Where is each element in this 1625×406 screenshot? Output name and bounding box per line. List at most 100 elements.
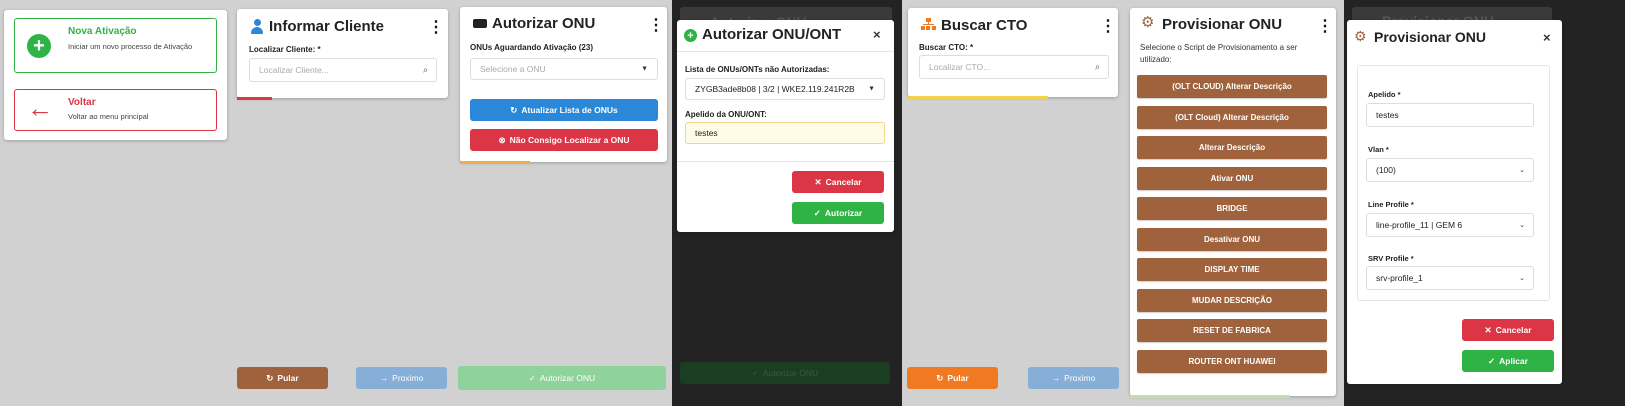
apelido-input[interactable]: testes (1366, 103, 1534, 127)
header-divider (677, 51, 894, 52)
cogs-icon: ⚙ (1354, 28, 1367, 44)
srv-profile-select[interactable]: srv-profile_1 ⌄ (1366, 266, 1534, 290)
panel-menu: + Nova Ativação Iniciar um novo processo… (0, 0, 232, 406)
localizar-cliente-label: Localizar Cliente: * (249, 45, 321, 54)
script-button[interactable]: MUDAR DESCRIÇÃO (1137, 289, 1327, 312)
autorizar-modal: + Autorizar ONU/ONT × Lista de ONUs/ONTs… (677, 20, 894, 232)
lista-onus-label: Lista de ONUs/ONTs não Autorizadas: (685, 65, 830, 74)
kebab-menu-icon[interactable]: ⋮ (428, 20, 444, 36)
script-button[interactable]: RESET DE FABRICA (1137, 319, 1327, 342)
chevron-down-icon: ▼ (868, 85, 875, 93)
modal-title: Provisionar ONU (1374, 29, 1487, 45)
arrow-right-icon: → (379, 373, 389, 383)
script-button[interactable]: DISPLAY TIME (1137, 258, 1327, 281)
script-button[interactable]: Ativar ONU (1137, 167, 1327, 190)
panel-provisionar-onu: ⚙ Provisionar ONU ⋮ Selecione o Script d… (1124, 0, 1344, 406)
nova-ativacao-option[interactable]: + Nova Ativação Iniciar um novo processo… (14, 18, 217, 73)
script-description: Selecione o Script de Provisionamento a … (1140, 43, 1298, 64)
autorizar-button[interactable]: ✓ Autorizar (792, 202, 884, 224)
panel-autorizar-modal: Autorizar ONU + Autorizar ONU/ONT × List… (672, 0, 902, 406)
autorizar-onu-bottom-button: ✓ Autorizar ONU (680, 362, 890, 384)
voltar-desc: Voltar ao menu principal (68, 112, 149, 121)
proximo-button[interactable]: → Proximo (356, 367, 447, 389)
script-button[interactable]: (OLT CLOUD) Alterar Descrição (1137, 75, 1327, 98)
script-button[interactable]: ROUTER ONT HUAWEI (1137, 350, 1327, 373)
plus-circle-icon: + (27, 34, 51, 58)
onus-aguardando-label: ONUs Aguardando Ativação (23) (470, 43, 593, 52)
card-title: Autorizar ONU (492, 15, 596, 32)
onu-select[interactable]: Selecione a ONU ▼ (470, 58, 658, 80)
search-icon: ⌕ (422, 64, 428, 75)
nao-consigo-localizar-button[interactable]: ⊗ Não Consigo Localizar a ONU (470, 129, 658, 151)
voltar-title: Voltar (68, 97, 96, 108)
script-button[interactable]: (OLT Cloud) Alterar Descrição (1137, 106, 1327, 129)
panel-autorizar-onu: Autorizar ONU ⋮ ONUs Aguardando Ativação… (454, 0, 672, 406)
aplicar-button[interactable]: ✓ Aplicar (1462, 350, 1554, 372)
proximo-button[interactable]: → Proximo (1028, 367, 1119, 389)
times-circle-icon: ⊗ (498, 134, 506, 145)
apelido-input[interactable]: testes (685, 122, 885, 144)
chevron-down-icon: ⌄ (1519, 167, 1525, 174)
refresh-icon: ↻ (510, 104, 518, 115)
arrow-right-icon: → (1051, 373, 1061, 383)
search-icon: ⌕ (1094, 61, 1100, 72)
provisionar-modal: ⚙ Provisionar ONU × Apelido * testes Vla… (1347, 20, 1562, 384)
card-title: Informar Cliente (269, 18, 385, 35)
plus-circle-icon: + (684, 29, 697, 42)
close-icon[interactable]: × (873, 27, 881, 42)
pular-button[interactable]: ↻ Pular (237, 367, 328, 389)
sitemap-icon (921, 18, 936, 31)
chevron-down-icon: ⌄ (1519, 275, 1525, 282)
script-button[interactable]: Alterar Descrição (1137, 136, 1327, 159)
progress-bar-yellow (460, 161, 530, 164)
redo-icon: ↻ (266, 372, 274, 383)
check-icon: ✓ (751, 367, 759, 378)
nova-ativacao-desc: Iniciar um novo processo de Ativação (68, 42, 193, 51)
apelido-label: Apelido da ONU/ONT: (685, 110, 767, 119)
check-icon: ✓ (1488, 355, 1496, 366)
atualizar-lista-button[interactable]: ↻ Atualizar Lista de ONUs (470, 99, 658, 121)
voltar-option[interactable]: ← Voltar Voltar ao menu principal (14, 89, 217, 131)
user-icon (251, 19, 263, 34)
check-icon: ✓ (813, 207, 821, 218)
progress-bar-red (237, 97, 272, 100)
input-placeholder: Localizar Cliente... (259, 65, 329, 75)
cancelar-button[interactable]: ✕ Cancelar (1462, 319, 1554, 341)
buscar-cto-input[interactable]: Localizar CTO... ⌕ (919, 55, 1109, 79)
informar-cliente-card: Informar Cliente ⋮ Localizar Cliente: * … (237, 9, 448, 98)
pular-button[interactable]: ↻ Pular (907, 367, 998, 389)
close-icon: ✕ (814, 176, 822, 187)
progress-bar-green (1130, 395, 1290, 398)
line-profile-label: Line Profile * (1368, 200, 1414, 209)
close-icon: ✕ (1484, 324, 1492, 335)
localizar-cliente-input[interactable]: Localizar Cliente... ⌕ (249, 58, 437, 82)
provisionar-onu-card: ⚙ Provisionar ONU ⋮ Selecione o Script d… (1130, 8, 1336, 396)
modal-title: Autorizar ONU/ONT (702, 26, 842, 43)
chevron-down-icon: ▼ (641, 65, 648, 73)
kebab-menu-icon[interactable]: ⋮ (648, 18, 664, 34)
close-icon[interactable]: × (1543, 30, 1551, 45)
srv-profile-label: SRV Profile * (1368, 254, 1414, 263)
redo-icon: ↻ (936, 372, 944, 383)
vlan-select[interactable]: (100) ⌄ (1366, 158, 1534, 182)
vlan-label: Vlan * (1368, 145, 1389, 154)
panel-buscar-cto: Buscar CTO ⋮ Buscar CTO: * Localizar CTO… (902, 0, 1124, 406)
script-button[interactable]: BRIDGE (1137, 197, 1327, 220)
autorizar-onu-bottom-button[interactable]: ✓ Autorizar ONU (458, 366, 666, 390)
autorizar-onu-card: Autorizar ONU ⋮ ONUs Aguardando Ativação… (460, 7, 667, 162)
cancelar-button[interactable]: ✕ Cancelar (792, 171, 884, 193)
script-button[interactable]: Desativar ONU (1137, 228, 1327, 251)
buscar-cto-card: Buscar CTO ⋮ Buscar CTO: * Localizar CTO… (908, 8, 1118, 97)
line-profile-select[interactable]: line-profile_11 | GEM 6 ⌄ (1366, 213, 1534, 237)
arrow-left-icon: ← (27, 93, 53, 123)
panel-provisionar-modal: Provisionar ONU ⚙ Provisionar ONU × Apel… (1344, 0, 1625, 406)
check-icon: ✓ (528, 372, 536, 383)
buscar-cto-label: Buscar CTO: * (919, 43, 974, 52)
lista-onus-select[interactable]: ZYGB3ade8b08 | 3/2 | WKE2.119.241R2B ▼ (685, 78, 885, 100)
kebab-menu-icon[interactable]: ⋮ (1100, 19, 1116, 35)
kebab-menu-icon[interactable]: ⋮ (1317, 19, 1333, 35)
nova-ativacao-title: Nova Ativação (68, 26, 137, 37)
menu-card: + Nova Ativação Iniciar um novo processo… (4, 10, 227, 140)
body-divider (677, 161, 894, 162)
apelido-label: Apelido * (1368, 90, 1401, 99)
